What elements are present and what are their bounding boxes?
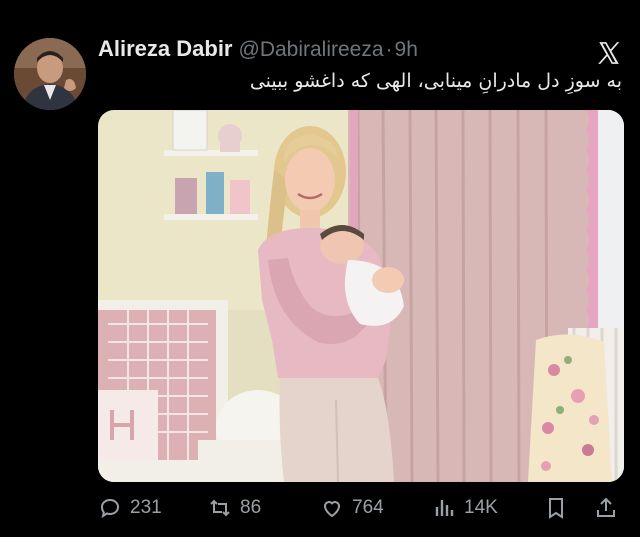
author-name[interactable]: Alireza Dabir [98,36,233,62]
action-bar: 231 86 764 14K [98,496,624,524]
share-button[interactable] [594,496,618,520]
views-count: 14K [464,497,498,518]
like-count: 764 [352,497,384,518]
time-separator: · [385,38,393,61]
share-icon [597,497,615,517]
x-logo-icon[interactable] [596,40,622,66]
author-handle[interactable]: @Dabiralireeza [239,38,384,62]
reply-icon [100,498,120,519]
bookmark-icon [549,498,563,519]
reply-button[interactable]: 231 [98,496,162,520]
tweet-time[interactable]: 9h [395,38,418,62]
like-button[interactable]: 764 [320,496,384,520]
tweet[interactable]: Alireza Dabir @Dabiralireeza · 9h به سوز… [0,0,640,537]
reply-count: 231 [130,497,162,518]
tweet-photo[interactable] [98,110,624,482]
avatar[interactable] [14,38,86,110]
repost-button[interactable]: 86 [208,496,261,520]
views-icon [435,500,454,516]
repost-icon [210,499,230,517]
like-icon [323,501,341,518]
views-button[interactable]: 14K [432,496,498,520]
tweet-text: به سوزِ دل مادرانِ مینابی، الهی که داغشو… [249,70,622,92]
repost-count: 86 [240,497,262,518]
tweet-header: Alireza Dabir @Dabiralireeza · 9h [98,36,418,62]
bookmark-button[interactable] [544,496,568,520]
